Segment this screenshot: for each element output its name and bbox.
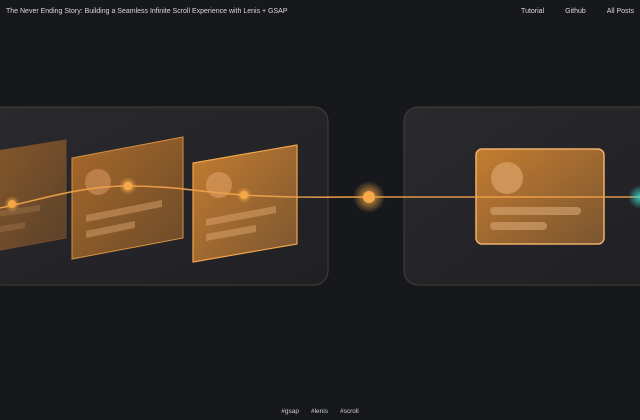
top-bar: The Never Ending Story: Building a Seaml… [0, 0, 640, 22]
card-3 [192, 144, 298, 263]
card-2 [71, 136, 184, 260]
nav-link-tutorial[interactable]: Tutorial [521, 8, 544, 15]
timeline-node-3 [236, 187, 252, 203]
nav-link-github[interactable]: Github [565, 8, 586, 15]
tag-gsap[interactable]: #gsap [281, 408, 299, 415]
page-title: The Never Ending Story: Building a Seaml… [6, 7, 288, 15]
tag-lenis[interactable]: #lenis [311, 408, 328, 415]
hero-illustration [0, 106, 640, 286]
card-1 [0, 139, 67, 251]
timeline-node-1 [4, 196, 20, 212]
tag-list: #gsap #lenis #scroll [0, 408, 640, 415]
timeline-node-4 [353, 181, 385, 213]
tag-scroll[interactable]: #scroll [340, 408, 359, 415]
timeline-node-2 [119, 177, 137, 195]
main-nav: Tutorial Github All Posts [521, 8, 634, 15]
nav-link-all-posts[interactable]: All Posts [607, 8, 634, 15]
